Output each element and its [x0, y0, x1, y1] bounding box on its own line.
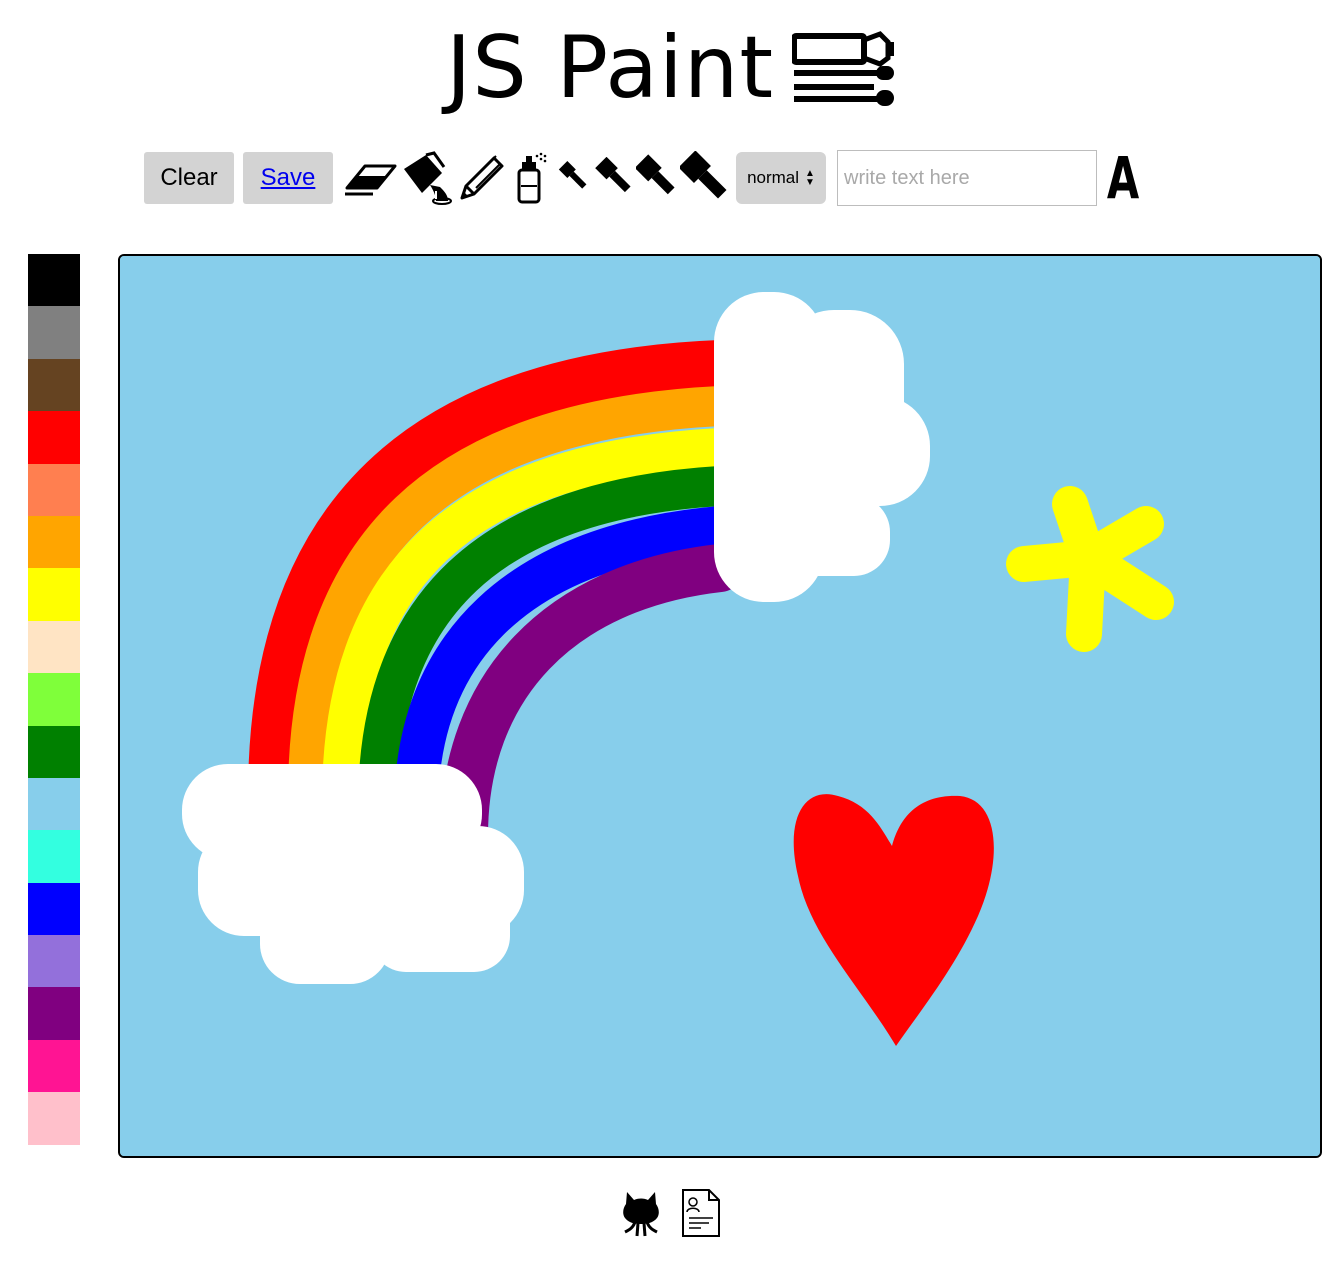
text-input[interactable] — [837, 150, 1097, 206]
color-swatch-16[interactable] — [28, 1039, 80, 1093]
toolbar: Clear Save normal ▲ ▼ write text here A — [144, 144, 1149, 212]
spray-can-icon[interactable] — [510, 150, 552, 206]
color-swatch-3[interactable] — [28, 358, 80, 412]
github-icon[interactable] — [620, 1187, 662, 1239]
color-swatch-8[interactable] — [28, 620, 80, 674]
app-title: JS Paint — [445, 18, 775, 118]
color-swatch-13[interactable] — [28, 882, 80, 936]
color-swatch-6[interactable] — [28, 515, 80, 569]
select-arrows-icon: ▲ ▼ — [805, 168, 815, 188]
color-swatch-4[interactable] — [28, 411, 80, 464]
brush-size-1-icon[interactable] — [552, 150, 594, 206]
color-swatch-1[interactable] — [28, 254, 80, 307]
pencil-icon[interactable] — [454, 150, 510, 206]
app-header: JS Paint — [0, 18, 1342, 118]
drawing-canvas[interactable] — [118, 254, 1322, 1158]
blend-mode-select[interactable]: normal ▲ ▼ — [736, 152, 826, 204]
brush-size-3-icon[interactable] — [636, 150, 678, 206]
color-swatch-17[interactable] — [28, 1092, 80, 1145]
color-swatch-2[interactable] — [28, 306, 80, 359]
save-button[interactable]: Save — [243, 152, 333, 204]
resume-icon[interactable] — [680, 1187, 722, 1239]
color-swatch-12[interactable] — [28, 830, 80, 883]
brush-size-4-icon[interactable] — [678, 150, 734, 206]
color-swatch-7[interactable] — [28, 568, 80, 621]
color-swatch-15[interactable] — [28, 987, 80, 1040]
eraser-icon[interactable] — [342, 150, 398, 206]
clear-button[interactable]: Clear — [144, 152, 234, 204]
brush-size-2-icon[interactable] — [594, 150, 636, 206]
blend-mode-value: normal — [747, 168, 800, 187]
color-palette — [28, 254, 80, 1145]
paint-bucket-icon[interactable] — [398, 150, 454, 206]
color-swatch-14[interactable] — [28, 935, 80, 988]
footer — [0, 1186, 1342, 1240]
canvas-drawing — [120, 256, 1320, 1156]
color-swatch-9[interactable] — [28, 673, 80, 726]
text-tool-button[interactable]: A — [1104, 144, 1141, 212]
color-swatch-5[interactable] — [28, 463, 80, 516]
color-swatch-10[interactable] — [28, 725, 80, 778]
paint-tools-logo-icon — [792, 31, 895, 106]
color-swatch-11[interactable] — [28, 777, 80, 831]
